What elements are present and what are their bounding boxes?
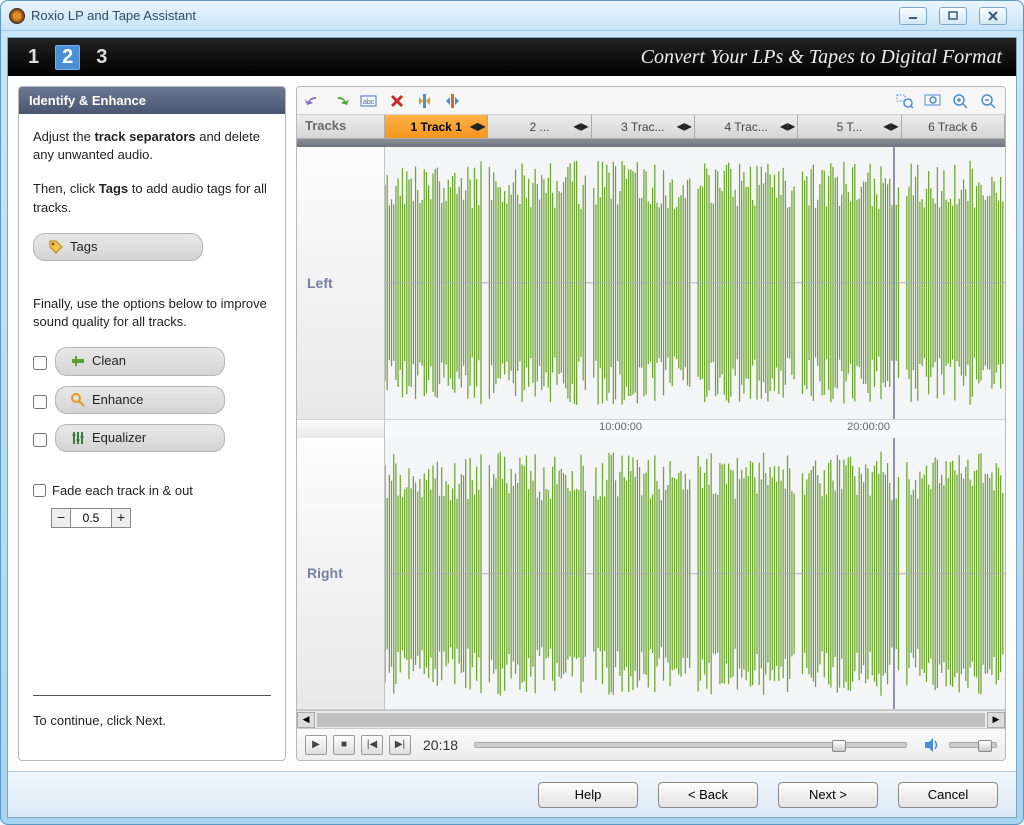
horizontal-scrollbar[interactable]: ◀ ▶: [297, 710, 1005, 728]
time-axis: 10:00:00 20:00:00: [385, 420, 1005, 438]
maximize-button[interactable]: [939, 7, 967, 25]
maximize-icon: [947, 11, 959, 21]
continue-hint: To continue, click Next.: [33, 712, 271, 730]
add-separator-button[interactable]: [415, 91, 435, 111]
track-segment-2[interactable]: 2 ...◀▶: [488, 115, 591, 138]
playhead[interactable]: [893, 438, 895, 710]
channel-left-wave[interactable]: [385, 147, 1005, 419]
zoom-out-button[interactable]: [979, 91, 999, 111]
clean-checkbox[interactable]: [33, 356, 47, 370]
sidebar-header: Identify & Enhance: [19, 87, 285, 114]
time-tick-1: 10:00:00: [599, 421, 642, 433]
ruler-strip: [297, 139, 1005, 147]
track-separator-handle[interactable]: ◀▶: [470, 121, 485, 132]
back-button[interactable]: < Back: [658, 782, 758, 808]
track-separator-handle[interactable]: ◀▶: [573, 121, 588, 132]
close-button[interactable]: [979, 7, 1007, 25]
delete-button[interactable]: [387, 91, 407, 111]
next-button[interactable]: ▶|: [389, 735, 411, 755]
sidebar-para-1: Adjust the track separators and delete a…: [33, 128, 271, 164]
window-title: Roxio LP and Tape Assistant: [31, 8, 196, 23]
fade-checkbox[interactable]: [33, 484, 46, 497]
app-shell: 1 2 3 Convert Your LPs & Tapes to Digita…: [7, 37, 1017, 818]
equalizer-icon: [70, 430, 86, 446]
fade-decrement[interactable]: −: [51, 508, 71, 528]
sidebar-para-3: Finally, use the options below to improv…: [33, 295, 271, 331]
track-segment-6[interactable]: 6 Track 6: [902, 115, 1005, 138]
time-tick-2: 20:00:00: [847, 421, 890, 433]
tracks-row: Tracks 1 Track 1◀▶2 ...◀▶3 Trac...◀▶4 Tr…: [297, 115, 1005, 139]
titlebar[interactable]: Roxio LP and Tape Assistant: [1, 1, 1023, 31]
playhead[interactable]: [893, 147, 895, 419]
clean-button-label: Clean: [92, 352, 126, 370]
clean-button[interactable]: Clean: [55, 347, 225, 375]
window-frame: Roxio LP and Tape Assistant 1 2 3 Conver…: [0, 0, 1024, 825]
close-icon: [987, 11, 999, 21]
fade-increment[interactable]: +: [111, 508, 131, 528]
equalizer-button[interactable]: Equalizer: [55, 424, 225, 452]
volume-thumb[interactable]: [978, 740, 992, 752]
enhance-button[interactable]: Enhance: [55, 386, 225, 414]
enhance-icon: [70, 392, 86, 408]
channel-right-label: Right: [297, 438, 385, 710]
sidebar-para-2: Then, click Tags to add audio tags for a…: [33, 180, 271, 216]
enhance-button-label: Enhance: [92, 391, 143, 409]
svg-text:abc: abc: [363, 99, 375, 106]
wizard-title: Convert Your LPs & Tapes to Digital Form…: [641, 46, 1002, 69]
tags-icon: [48, 239, 64, 255]
track-segment-4[interactable]: 4 Trac...◀▶: [695, 115, 798, 138]
step-1[interactable]: 1: [22, 46, 45, 69]
help-button[interactable]: Help: [538, 782, 638, 808]
step-2[interactable]: 2: [55, 45, 80, 70]
track-segment-5[interactable]: 5 T...◀▶: [798, 115, 901, 138]
undo-button[interactable]: [303, 91, 323, 111]
minimize-icon: [907, 11, 919, 21]
channel-right-wave[interactable]: [385, 438, 1005, 710]
volume-icon[interactable]: [923, 735, 943, 755]
track-separator-handle[interactable]: ◀▶: [677, 121, 692, 132]
channel-left-label: Left: [297, 147, 385, 419]
play-button[interactable]: ▶: [305, 735, 327, 755]
zoom-selection-button[interactable]: [895, 91, 915, 111]
stop-button[interactable]: ■: [333, 735, 355, 755]
tags-button-label: Tags: [70, 238, 97, 256]
redo-button[interactable]: [331, 91, 351, 111]
zoom-in-button[interactable]: [951, 91, 971, 111]
scroll-right-button[interactable]: ▶: [987, 712, 1005, 728]
rename-button[interactable]: abc: [359, 91, 379, 111]
seek-slider[interactable]: [474, 742, 907, 748]
editor-toolbar: abc: [297, 87, 1005, 115]
tags-button[interactable]: Tags: [33, 233, 203, 261]
volume-slider[interactable]: [949, 742, 997, 748]
zoom-fit-button[interactable]: [923, 91, 943, 111]
tracks-label: Tracks: [297, 115, 385, 138]
prev-button[interactable]: |◀: [361, 735, 383, 755]
scroll-left-button[interactable]: ◀: [297, 712, 315, 728]
player-controls: ▶ ■ |◀ ▶| 20:18: [297, 728, 1005, 760]
minimize-button[interactable]: [899, 7, 927, 25]
app-icon: [9, 8, 25, 24]
track-segment-1[interactable]: 1 Track 1◀▶: [385, 115, 488, 138]
equalizer-checkbox[interactable]: [33, 433, 47, 447]
scroll-thumb[interactable]: [317, 713, 985, 727]
next-button[interactable]: Next >: [778, 782, 878, 808]
wizard-header: 1 2 3 Convert Your LPs & Tapes to Digita…: [8, 38, 1016, 76]
step-3[interactable]: 3: [90, 46, 113, 69]
remove-separator-button[interactable]: [443, 91, 463, 111]
cancel-button[interactable]: Cancel: [898, 782, 998, 808]
fade-label: Fade each track in & out: [52, 482, 193, 500]
track-separator-handle[interactable]: ◀▶: [780, 121, 795, 132]
sidebar: Identify & Enhance Adjust the track sepa…: [18, 86, 286, 761]
waveform-area: Left 10:00:00 20:00:00: [297, 139, 1005, 728]
fade-value[interactable]: [71, 508, 111, 528]
track-separator-handle[interactable]: ◀▶: [883, 121, 898, 132]
main-area: abc Tracks 1 Track 1◀▶2 ...◀▶3 Trac...◀▶…: [296, 86, 1006, 761]
wizard-footer: Help < Back Next > Cancel: [8, 771, 1016, 817]
seek-thumb[interactable]: [832, 740, 846, 752]
equalizer-button-label: Equalizer: [92, 429, 146, 447]
enhance-checkbox[interactable]: [33, 395, 47, 409]
track-segment-3[interactable]: 3 Trac...◀▶: [592, 115, 695, 138]
time-display: 20:18: [423, 737, 458, 753]
clean-icon: [70, 353, 86, 369]
